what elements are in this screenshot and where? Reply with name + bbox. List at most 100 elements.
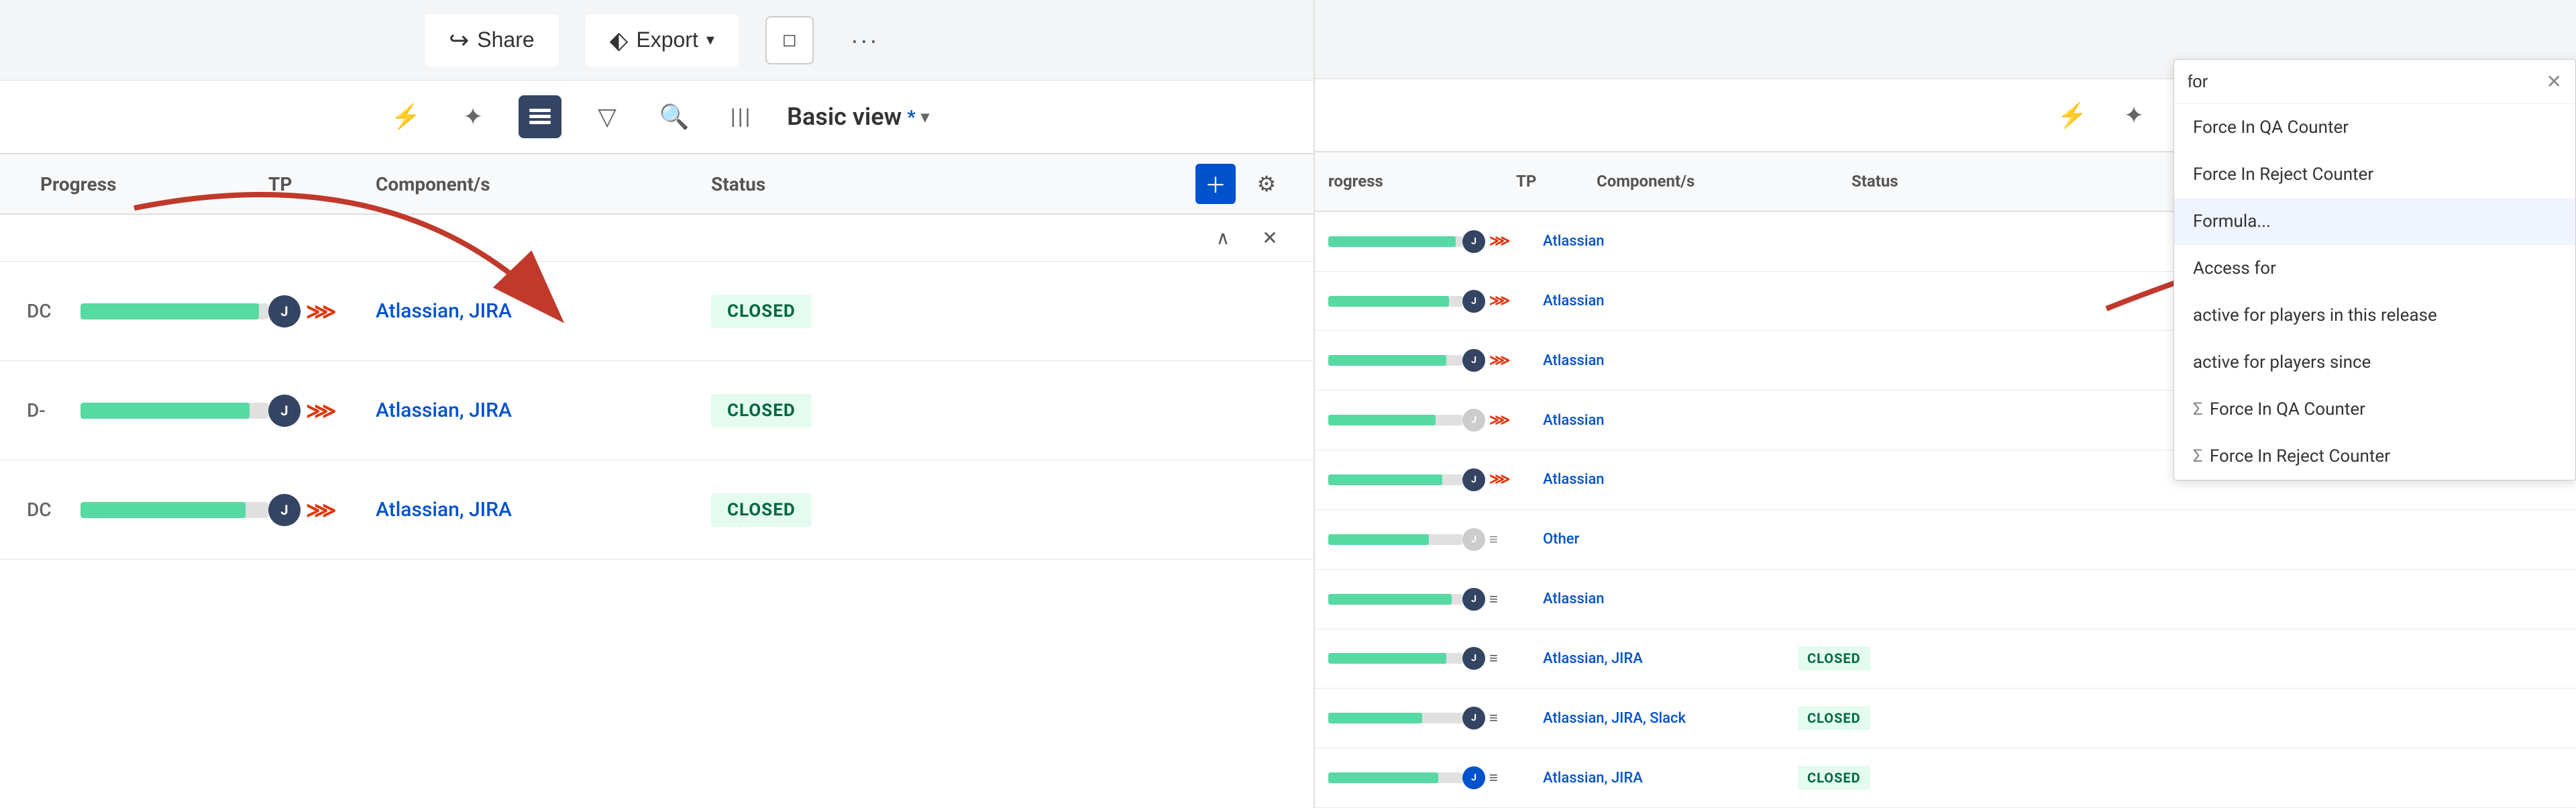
r-component-cell[interactable]: Other [1543,531,1798,548]
bolt-button-right[interactable]: ⚡ [2051,94,2094,137]
col-header-tp: TP [268,173,376,195]
export-label: Export [636,28,698,52]
status-badge-1: CLOSED [711,295,812,328]
progress-bar-2 [80,403,268,419]
item-label: Force In Reject Counter [2210,446,2390,466]
r-priority-icon: ⋙ [1489,233,1510,250]
progress-fill-1 [80,303,259,319]
r-icons-cell: J ≡ [1462,707,1543,729]
r-component-cell[interactable]: Atlassian [1543,471,1798,488]
star-button-right[interactable]: ✦ [2112,94,2155,137]
dropdown-item-force-qa[interactable]: Force In QA Counter [2174,104,2575,151]
toolbar-top: ↪ Share ⬖ Export ▾ □ ··· [0,0,1313,81]
progress-bar-3 [80,502,268,518]
rcol-header-tp: TP [1516,172,1597,191]
r-icons-cell: J ≡ [1462,647,1543,670]
dropdown-item-active-since[interactable]: active for players since [2174,339,2575,386]
add-column-button[interactable]: ＋ [1195,164,1236,204]
search-button-left[interactable]: 🔍 [653,95,696,138]
dropdown-item-sigma-qa[interactable]: Σ Force In QA Counter [2174,386,2575,433]
r-jira-icon: J [1462,707,1485,729]
star-button-left[interactable]: ✦ [451,95,494,138]
r-jira-icon: J [1462,349,1485,372]
dropdown-item-access-for[interactable]: Access for [2174,245,2575,292]
dropdown-close-button[interactable]: ✕ [2546,70,2562,93]
r-priority-icon: ≡ [1489,591,1498,608]
export-icon: ⬖ [610,26,629,54]
component-cell-3[interactable]: Atlassian, JIRA [376,498,711,521]
asterisk-left: * [907,106,916,128]
export-button[interactable]: ⬖ Export ▾ [586,14,739,66]
item-label: Access for [2193,258,2276,279]
sort-up-button[interactable]: ∧ [1206,221,1240,255]
dropdown-search-input[interactable] [2188,71,2546,92]
r-jira-icon: J [1462,468,1485,491]
r-icons-cell: J ≡ [1462,528,1543,551]
priority-icon-1: ⋙ [306,299,337,324]
sigma-icon: Σ [2193,446,2203,466]
maximize-button[interactable]: □ [765,16,814,64]
dropdown-item-sigma-reject[interactable]: Σ Force In Reject Counter [2174,433,2575,480]
table-row: J ≡ Atlassian, JIRA, Slack CLOSED [1315,689,2576,748]
col-actions: ＋ ⚙ [1195,164,1287,204]
component-cell-1[interactable]: Atlassian, JIRA [376,299,711,323]
r-jira-icon: J [1462,230,1485,253]
jira-icon-1: J [268,295,301,327]
item-label: active for players since [2193,352,2371,372]
r-component-cell[interactable]: Atlassian [1543,412,1798,429]
r-component-cell[interactable]: Atlassian, JIRA, Slack [1543,710,1798,727]
dropdown-item-formula[interactable]: Formula... [2174,198,2575,245]
sigma-icon: Σ [2193,399,2203,419]
table-row: J ≡ Other [1315,510,2576,570]
r-jira-icon: J [1462,588,1485,611]
basic-view-label-left[interactable]: Basic view* ▾ [787,103,929,131]
priority-icon-2: ⋙ [306,398,337,423]
r-icons-cell: J ≡ [1462,588,1543,611]
star-icon-left: ✦ [463,103,483,131]
dropdown-item-active-release[interactable]: active for players in this release [2174,292,2575,339]
r-progress-bar [1328,534,1462,545]
r-component-cell[interactable]: Atlassian, JIRA [1543,650,1798,667]
more-options-icon: ··· [851,26,879,54]
column-search-dropdown: ✕ Force In QA Counter Force In Reject Co… [2174,59,2576,481]
filter-button-left[interactable]: ▽ [586,95,629,138]
col-header-status: Status [711,173,966,195]
row-prefix-1: DC [27,300,80,322]
dropdown-item-force-reject[interactable]: Force In Reject Counter [2174,151,2575,198]
r-progress-bar [1328,474,1462,485]
r-progress-bar [1328,236,1462,247]
left-panel: ↪ Share ⬖ Export ▾ □ ··· ⚡ ✦ [0,0,1315,808]
r-priority-icon: ≡ [1489,650,1498,667]
r-component-cell[interactable]: Atlassian [1543,233,1798,250]
more-options-button[interactable]: ··· [841,16,889,64]
table-header-left: Progress TP Component/s Status ＋ ⚙ [0,154,1313,215]
r-status-badge: CLOSED [1798,766,1870,790]
r-priority-icon: ≡ [1489,709,1498,727]
close-sort-button[interactable]: ✕ [1253,221,1287,255]
maximize-icon: □ [784,30,795,51]
item-label: Force In Reject Counter [2193,164,2373,185]
item-label: Force In QA Counter [2210,399,2365,419]
share-icon: ↪ [449,26,469,54]
item-label: Formula... [2193,211,2271,232]
r-priority-icon: ≡ [1489,531,1498,548]
r-component-cell[interactable]: Atlassian, JIRA [1543,770,1798,787]
icons-cell-3: J ⋙ [268,494,376,526]
component-cell-2[interactable]: Atlassian, JIRA [376,399,711,422]
layers-button-left[interactable] [519,95,561,138]
r-icons-cell: J ⋙ [1462,230,1543,253]
bolt-button-left[interactable]: ⚡ [384,95,427,138]
rcol-header-status: Status [1851,172,2026,191]
settings-button[interactable]: ⚙ [1246,164,1287,204]
r-icons-cell: J ≡ [1462,766,1543,789]
filter-icon-left: ▽ [598,103,616,131]
bolt-icon-left: ⚡ [391,103,421,131]
share-button[interactable]: ↪ Share [425,14,559,66]
columns-button-left[interactable]: ||| [720,95,763,138]
r-component-cell[interactable]: Atlassian [1543,352,1798,369]
chevron-down-icon-left: ▾ [921,107,929,126]
r-component-cell[interactable]: Atlassian [1543,293,1798,309]
r-component-cell[interactable]: Atlassian [1543,591,1798,607]
basic-view-text-left: Basic view [787,103,902,131]
r-progress-bar [1328,415,1462,425]
